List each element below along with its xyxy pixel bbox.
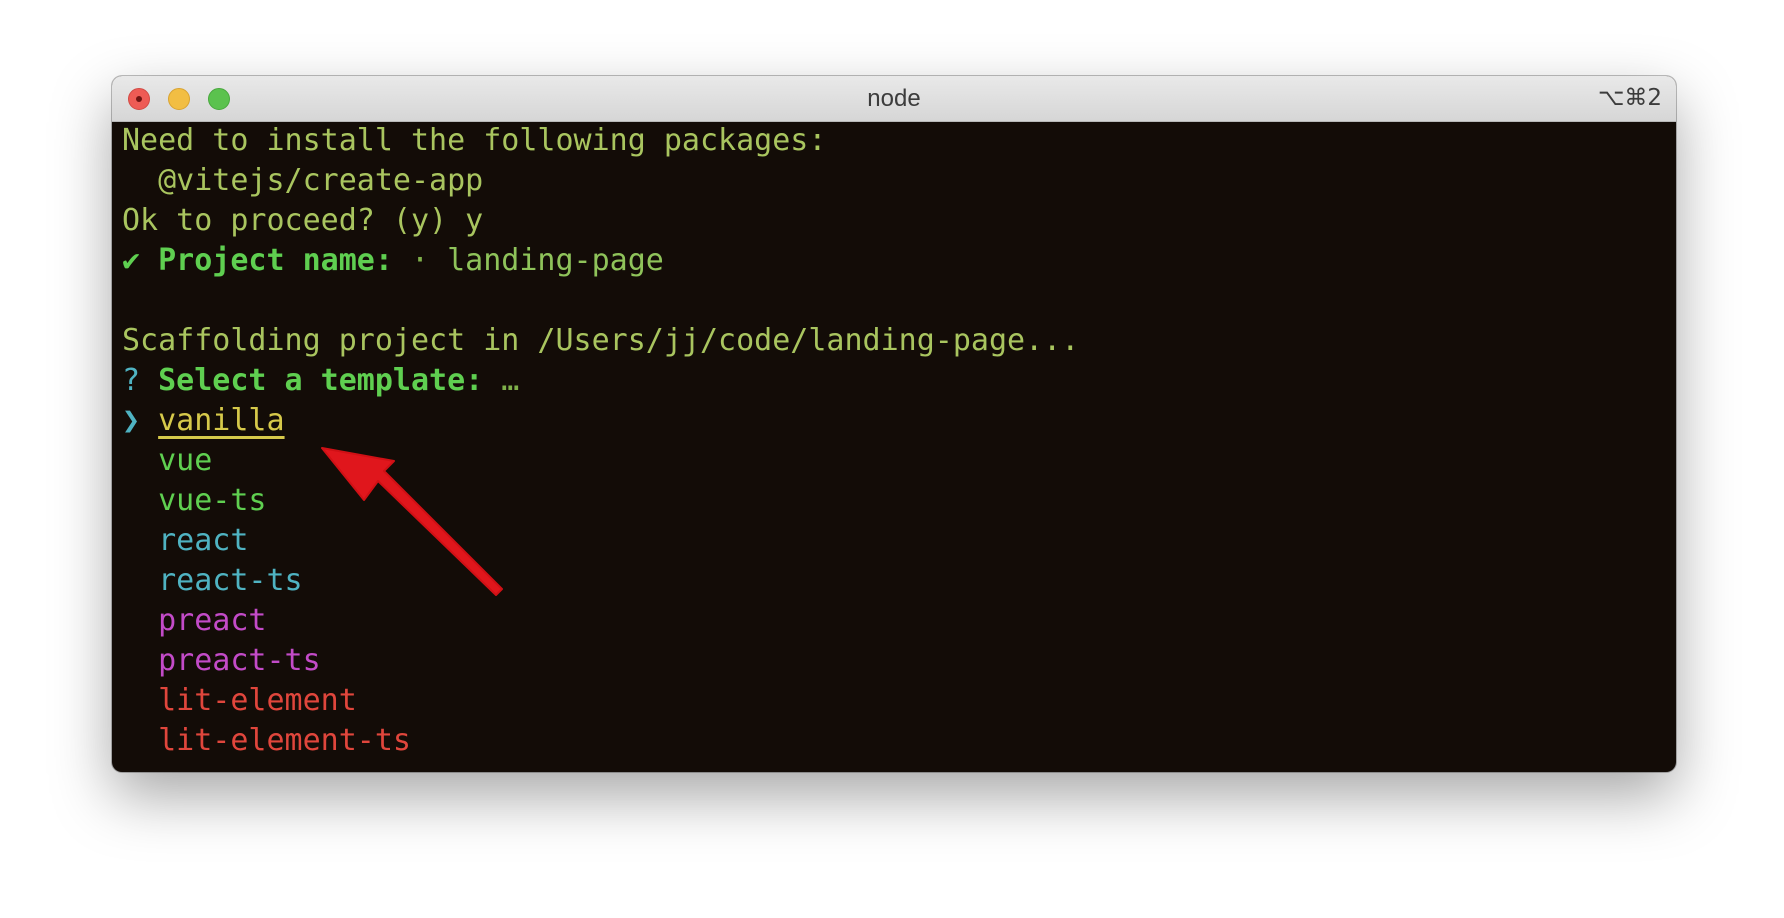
- template-option-label: react-ts: [158, 563, 303, 598]
- project-name-line: ✔ Project name: · landing-page: [122, 241, 1676, 281]
- title-bar: node ⌥⌘2: [112, 76, 1676, 122]
- template-option-label: lit-element: [158, 683, 357, 718]
- template-option-react[interactable]: react: [122, 521, 1676, 561]
- option-indent: [122, 523, 158, 558]
- project-name-separator: ·: [411, 243, 430, 278]
- install-message-line: Need to install the following packages:: [122, 123, 827, 158]
- question-mark-icon: ?: [122, 363, 141, 398]
- option-indent: [122, 603, 158, 638]
- template-option-label: react: [158, 523, 249, 558]
- project-name-label: Project name:: [158, 243, 393, 278]
- template-option-react-ts[interactable]: react-ts: [122, 561, 1676, 601]
- window-shortcut: ⌥⌘2: [1597, 85, 1662, 111]
- terminal-window: node ⌥⌘2 Need to install the following p…: [112, 76, 1676, 772]
- template-option-label: vanilla: [158, 403, 285, 438]
- ellipsis: …: [501, 363, 520, 398]
- check-mark-icon: ✔: [122, 243, 141, 278]
- option-indent: [122, 443, 158, 478]
- terminal-output[interactable]: Need to install the following packages: …: [122, 121, 1676, 772]
- window-title: node: [867, 85, 921, 112]
- template-option-label: vue-ts: [158, 483, 267, 518]
- template-option-lit-element[interactable]: lit-element: [122, 681, 1676, 721]
- proceed-line: Ok to proceed? (y) y: [122, 203, 484, 238]
- template-option-label: preact-ts: [158, 643, 321, 678]
- select-template-label: Select a template:: [158, 363, 484, 398]
- template-option-vue[interactable]: vue: [122, 441, 1676, 481]
- option-indent: [122, 643, 158, 678]
- template-option-preact-ts[interactable]: preact-ts: [122, 641, 1676, 681]
- template-option-label: preact: [158, 603, 267, 638]
- option-indent: [122, 723, 158, 758]
- option-indent: [122, 683, 158, 718]
- template-option-preact[interactable]: preact: [122, 601, 1676, 641]
- template-option-label: lit-element-ts: [158, 723, 411, 758]
- template-option-label: vue: [158, 443, 213, 478]
- template-option-vue-ts[interactable]: vue-ts: [122, 481, 1676, 521]
- selection-cursor-icon: ❯: [122, 403, 159, 438]
- template-option-lit-element-ts[interactable]: lit-element-ts: [122, 721, 1676, 761]
- project-name-value: landing-page: [447, 243, 664, 278]
- option-indent: [122, 563, 158, 598]
- template-option-vanilla[interactable]: ❯ vanilla: [122, 401, 1676, 441]
- template-list[interactable]: ❯ vanilla vue vue-ts react react-ts prea…: [122, 401, 1676, 761]
- select-template-line: ? Select a template: …: [122, 361, 1676, 401]
- option-indent: [122, 483, 158, 518]
- package-line: @vitejs/create-app: [122, 163, 484, 198]
- scaffolding-line: Scaffolding project in /Users/jj/code/la…: [122, 323, 1080, 358]
